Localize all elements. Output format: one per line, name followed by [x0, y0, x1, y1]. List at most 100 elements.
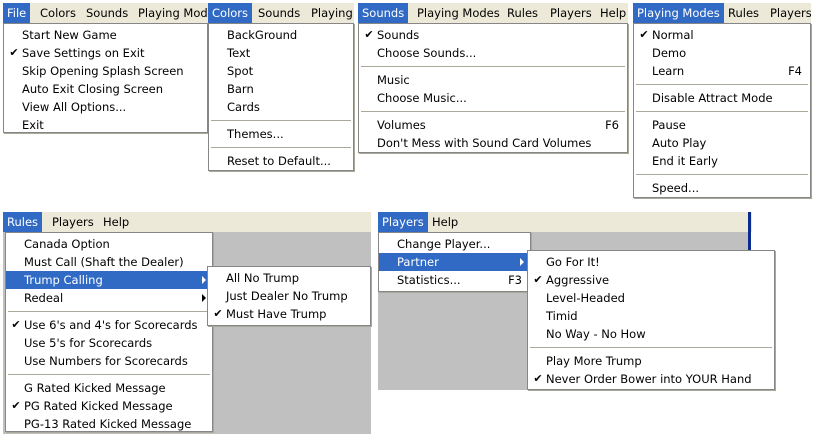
menubar-players[interactable]: Players — [48, 212, 98, 232]
check-icon: ✔ — [213, 307, 223, 320]
menu-item-level-headed[interactable]: Level-Headed — [528, 289, 774, 307]
menu-item-end-early[interactable]: End it Early — [634, 152, 810, 170]
menu-item-label: Partner — [397, 255, 439, 269]
menubar-help[interactable]: Help — [596, 3, 628, 23]
menu-item-label: Never Order Bower into YOUR Hand — [546, 372, 752, 386]
window-edge — [748, 212, 751, 252]
menu-item-redeal[interactable]: Redeal — [6, 289, 212, 307]
menu-item-all-no-trump[interactable]: All No Trump — [208, 269, 370, 287]
menu-item-label: All No Trump — [226, 271, 300, 285]
menu-item-aggressive[interactable]: ✔ Aggressive — [528, 271, 774, 289]
menu-item-skip-splash[interactable]: Skip Opening Splash Screen — [4, 62, 207, 80]
menu-item-sounds[interactable]: ✔ Sounds — [359, 26, 627, 44]
menu-item-play-more-trump[interactable]: Play More Trump — [528, 352, 774, 370]
menu-item-reset-default[interactable]: Reset to Default... — [209, 152, 353, 170]
menu-item-spot[interactable]: Spot — [209, 62, 353, 80]
menu-item-change-player[interactable]: Change Player... — [379, 235, 530, 253]
menu-item-never-order-bower[interactable]: ✔ Never Order Bower into YOUR Hand — [528, 370, 774, 388]
menu-item-no-way[interactable]: No Way - No How — [528, 325, 774, 343]
menu-item-label: BackGround — [227, 28, 298, 42]
menubar-players[interactable]: Players — [378, 212, 428, 232]
menu-item-label: Timid — [546, 309, 578, 323]
menu-item-label: Canada Option — [24, 237, 110, 251]
menubar-sounds[interactable]: Sounds — [358, 3, 409, 23]
menubar-players[interactable]: Players — [546, 3, 596, 23]
menu-item-background[interactable]: BackGround — [209, 26, 353, 44]
menu-item-normal[interactable]: ✔ Normal — [634, 26, 810, 44]
menubar-playing-modes[interactable]: Playing Modes — [413, 3, 504, 23]
menu-item-label: Speed... — [652, 181, 700, 195]
menu-item-label: Sounds — [377, 28, 420, 42]
menu-item-label: Use Numbers for Scorecards — [24, 354, 188, 368]
menu-item-must-call[interactable]: Must Call (Shaft the Dealer) — [6, 253, 212, 271]
menu-item-trump-calling[interactable]: Trump Calling — [6, 271, 212, 289]
menu-item-must-have-trump[interactable]: ✔ Must Have Trump — [208, 305, 370, 323]
menu-item-canada-option[interactable]: Canada Option — [6, 235, 212, 253]
menu-item-pg13-rated[interactable]: PG-13 Rated Kicked Message — [6, 415, 212, 433]
menu-item-auto-exit[interactable]: Auto Exit Closing Screen — [4, 80, 207, 98]
menubar-rules[interactable]: Rules — [724, 3, 763, 23]
menu-item-label: Statistics... — [397, 273, 461, 287]
menu-item-use-5s[interactable]: Use 5's for Scorecards — [6, 334, 212, 352]
menu-item-learn[interactable]: Learn F4 — [634, 62, 810, 80]
menu-item-label: Must Have Trump — [226, 307, 327, 321]
menubar-file[interactable]: File — [3, 3, 31, 23]
menu-item-timid[interactable]: Timid — [528, 307, 774, 325]
menubar-rules[interactable]: Rules — [503, 3, 542, 23]
menu-item-label: Music — [377, 73, 410, 87]
menubar: File Colors Sounds Playing Modes — [3, 3, 208, 23]
menu-item-label: Demo — [652, 46, 687, 60]
menu-item-view-all-options[interactable]: View All Options... — [4, 98, 207, 116]
menubar-help[interactable]: Help — [99, 212, 133, 232]
menu-item-disable-attract[interactable]: Disable Attract Mode — [634, 89, 810, 107]
menu-item-demo[interactable]: Demo — [634, 44, 810, 62]
menu-item-auto-play[interactable]: Auto Play — [634, 134, 810, 152]
check-icon: ✔ — [364, 28, 374, 41]
menu-item-music[interactable]: Music — [359, 71, 627, 89]
menu-item-save-settings[interactable]: ✔ Save Settings on Exit — [4, 44, 207, 62]
menu-item-exit[interactable]: Exit — [4, 116, 207, 134]
menu-item-label: Choose Sounds... — [377, 46, 477, 60]
menu-item-dont-mess-volumes[interactable]: Don't Mess with Sound Card Volumes — [359, 134, 627, 152]
menu-item-use-6s-4s[interactable]: ✔ Use 6's and 4's for Scorecards — [6, 316, 212, 334]
menu-item-themes[interactable]: Themes... — [209, 125, 353, 143]
trump-calling-submenu: All No Trump Just Dealer No Trump ✔ Must … — [207, 266, 371, 326]
check-icon: ✔ — [11, 318, 21, 331]
colors-menu: BackGround Text Spot Barn Cards Themes..… — [208, 23, 354, 171]
menubar-rules[interactable]: Rules — [3, 212, 43, 232]
menu-item-cards[interactable]: Cards — [209, 98, 353, 116]
menubar-sounds[interactable]: Sounds — [254, 3, 304, 23]
menubar-playing[interactable]: Playing — [307, 3, 354, 23]
menu-item-choose-sounds[interactable]: Choose Sounds... — [359, 44, 627, 62]
menu-item-just-dealer-no-trump[interactable]: Just Dealer No Trump — [208, 287, 370, 305]
menubar-colors[interactable]: Colors — [208, 3, 253, 23]
menu-item-pause[interactable]: Pause — [634, 116, 810, 134]
menu-separator — [634, 80, 810, 89]
menubar-help[interactable]: Help — [428, 212, 462, 232]
menu-item-speed[interactable]: Speed... — [634, 179, 810, 197]
menu-item-start-new-game[interactable]: Start New Game — [4, 26, 207, 44]
menu-item-pg-rated[interactable]: ✔ PG Rated Kicked Message — [6, 397, 212, 415]
menubar-playing-modes[interactable]: Playing Modes — [134, 3, 208, 23]
menu-item-g-rated[interactable]: G Rated Kicked Message — [6, 379, 212, 397]
menubar-colors[interactable]: Colors — [36, 3, 80, 23]
menu-item-label: Choose Music... — [377, 91, 467, 105]
menu-item-partner[interactable]: Partner — [379, 253, 530, 271]
menubar-sounds[interactable]: Sounds — [82, 3, 132, 23]
menu-item-label: Change Player... — [397, 237, 491, 251]
menubar-playing-modes[interactable]: Playing Modes — [633, 3, 724, 23]
menu-item-barn[interactable]: Barn — [209, 80, 353, 98]
menu-item-label: Must Call (Shaft the Dealer) — [24, 255, 184, 269]
shortcut-label: F3 — [508, 273, 522, 287]
menu-item-label: Auto Play — [652, 136, 707, 150]
menu-item-use-numbers[interactable]: Use Numbers for Scorecards — [6, 352, 212, 370]
menubar-players[interactable]: Players — [766, 3, 811, 23]
menu-item-choose-music[interactable]: Choose Music... — [359, 89, 627, 107]
menu-item-go-for-it[interactable]: Go For It! — [528, 253, 774, 271]
sounds-menu: ✔ Sounds Choose Sounds... Music Choose Mu… — [358, 23, 628, 153]
menu-item-text[interactable]: Text — [209, 44, 353, 62]
menu-item-label: Exit — [22, 118, 44, 132]
menu-item-statistics[interactable]: Statistics... F3 — [379, 271, 530, 289]
rules-menu: Canada Option Must Call (Shaft the Deale… — [5, 232, 213, 432]
menu-item-volumes[interactable]: Volumes F6 — [359, 116, 627, 134]
